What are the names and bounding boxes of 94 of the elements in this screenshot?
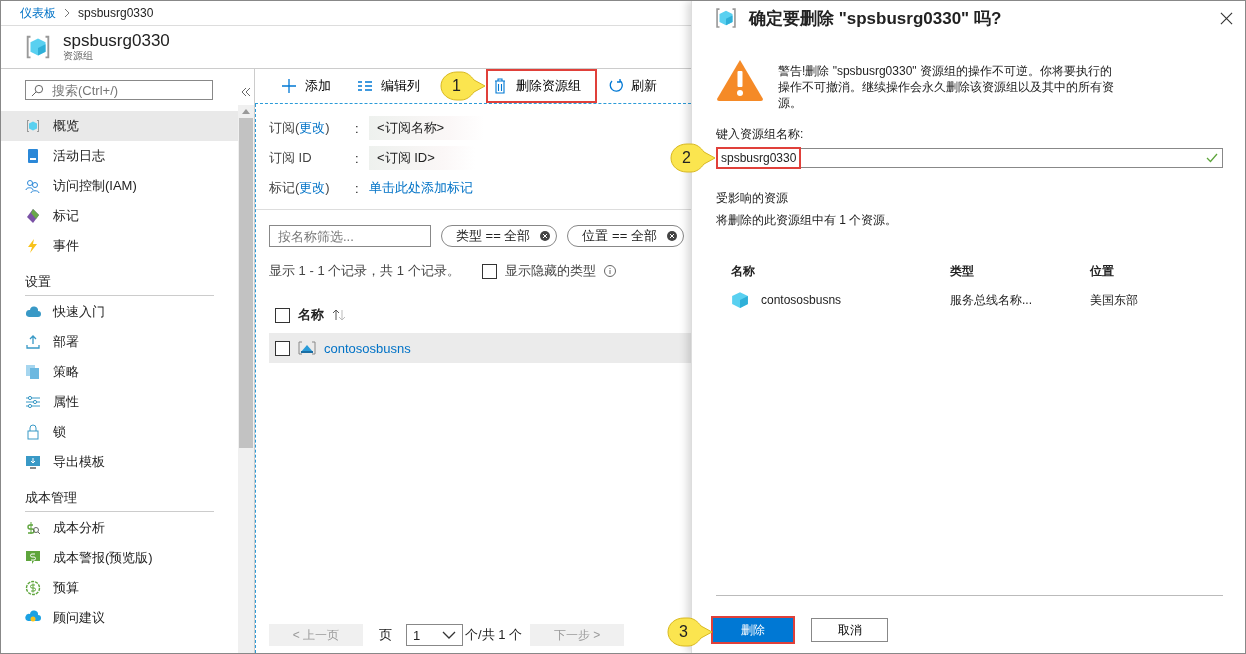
search-icon bbox=[31, 84, 44, 97]
remove-icon[interactable] bbox=[666, 231, 677, 241]
sidebar-item[interactable]: 事件 bbox=[1, 231, 238, 261]
section-heading: 设置 bbox=[24, 273, 52, 290]
sidebar-item[interactable]: 策略 bbox=[1, 357, 238, 387]
trash-icon bbox=[492, 78, 508, 94]
sidebar-item[interactable]: 导出模板 bbox=[1, 447, 238, 477]
add-tags-link[interactable]: 单击此处添加标记 bbox=[369, 179, 473, 197]
cloud-icon bbox=[25, 304, 41, 320]
lock-icon bbox=[25, 424, 41, 440]
page-select[interactable]: 1 bbox=[406, 624, 463, 646]
sidebar-item[interactable]: 顾问建议 bbox=[1, 603, 238, 633]
collapse-icon[interactable] bbox=[241, 87, 251, 97]
dialog-title: 确定要删除 "spsbusrg0330" 吗? bbox=[749, 7, 1003, 30]
column-header: 位置 bbox=[1090, 262, 1115, 280]
dollar-chat-icon bbox=[25, 550, 41, 566]
records-summary: 显示 1 - 1 个记录，共 1 个记录。 bbox=[269, 262, 460, 280]
cube-icon bbox=[713, 5, 739, 31]
table-cell-text: 服务总线名称... bbox=[950, 291, 1033, 309]
warning-message: 警告!删除 "spsbusrg0330" 资源组的操作不可逆。你将要执行的操作不可撤消。继续操作会永久删除该资源组以及其中的所有资源。 bbox=[778, 63, 1115, 111]
change-link[interactable]: 更改 bbox=[299, 180, 326, 195]
dollar-search-icon bbox=[25, 520, 41, 536]
sidebar-item[interactable]: 快速入门 bbox=[1, 297, 238, 327]
table-cell-text: 美国东部 bbox=[1090, 291, 1139, 309]
table-row[interactable]: contososbusns bbox=[269, 333, 691, 363]
people-icon bbox=[25, 178, 41, 194]
table-cell: contososbusns bbox=[761, 293, 842, 307]
property-label: 标记(更改) bbox=[269, 179, 331, 197]
search-field[interactable]: 搜索(Ctrl+/) bbox=[25, 80, 213, 100]
toolbar-button[interactable]: 刷新 bbox=[601, 69, 673, 103]
sidebar-item[interactable]: 锁 bbox=[1, 417, 238, 447]
filter-field[interactable]: 按名称筛选... bbox=[269, 225, 431, 247]
column-header: 名称 bbox=[731, 262, 756, 280]
sidebar-item[interactable]: 标记 bbox=[1, 201, 238, 231]
column-header[interactable]: 名称 bbox=[298, 306, 324, 324]
checkbox[interactable] bbox=[275, 340, 290, 356]
sidebar-item[interactable]: 概览 bbox=[1, 111, 238, 141]
separator-colon: : bbox=[355, 180, 360, 196]
field-label: 键入资源组名称: bbox=[716, 126, 805, 143]
toolbar-button[interactable]: 编辑列 bbox=[351, 69, 436, 103]
breadcrumb-current: spsbusrg0330 bbox=[78, 6, 154, 20]
section-heading: 成本管理 bbox=[24, 489, 78, 506]
toolbar-button[interactable]: 添加 bbox=[275, 69, 347, 103]
page-label: 页 bbox=[379, 626, 392, 644]
chevron-right-icon bbox=[64, 8, 70, 18]
coin-icon bbox=[25, 580, 41, 596]
remove-icon[interactable] bbox=[540, 231, 551, 241]
sidebar-item[interactable]: 成本警报(预览版) bbox=[1, 543, 238, 573]
sidebar-item[interactable]: 部署 bbox=[1, 327, 238, 357]
column-header: 类型 bbox=[950, 262, 975, 280]
sidebar-item[interactable]: 预算 bbox=[1, 573, 238, 603]
warning-icon bbox=[716, 59, 764, 101]
pages-icon bbox=[25, 364, 41, 380]
callout-marker: 1 bbox=[440, 71, 486, 101]
close-icon[interactable] bbox=[1220, 11, 1233, 25]
cancel-button[interactable]: 取消 bbox=[811, 618, 888, 642]
sliders-icon bbox=[25, 394, 41, 410]
callout-marker: 3 bbox=[667, 617, 713, 647]
change-link[interactable]: 更改 bbox=[299, 120, 326, 135]
service-bus-icon bbox=[298, 341, 316, 355]
scrollbar[interactable] bbox=[238, 105, 254, 653]
page-total: 个/共 1 个 bbox=[465, 626, 523, 644]
book-icon bbox=[25, 148, 41, 164]
separator-colon: : bbox=[355, 150, 360, 166]
section-heading: 受影响的资源 bbox=[716, 190, 789, 207]
separator-colon: : bbox=[355, 120, 360, 136]
checkbox[interactable] bbox=[481, 263, 497, 279]
chevron-down-icon bbox=[442, 631, 456, 639]
property-label: 订阅 ID bbox=[269, 149, 313, 167]
tag-icon bbox=[25, 208, 41, 224]
cube-icon bbox=[731, 291, 749, 309]
refresh-icon bbox=[607, 78, 623, 94]
sidebar-item[interactable]: 属性 bbox=[1, 387, 238, 417]
breadcrumb-link[interactable]: 仪表板 bbox=[20, 4, 56, 22]
sidebar-item[interactable]: 活动日志 bbox=[1, 141, 238, 171]
checkbox-label: 显示隐藏的类型 bbox=[504, 262, 596, 280]
columns-icon bbox=[357, 78, 373, 94]
upload-icon bbox=[25, 334, 41, 350]
monitor-icon bbox=[25, 454, 41, 470]
name-input-field[interactable]: spsbusrg0330 bbox=[716, 148, 1223, 168]
delete-button[interactable]: 删除 bbox=[713, 618, 793, 642]
toolbar-button[interactable]: 删除资源组 bbox=[486, 69, 597, 103]
sidebar-item[interactable]: 成本分析 bbox=[1, 513, 238, 543]
callout-marker: 2 bbox=[670, 143, 716, 173]
info-icon bbox=[603, 265, 616, 277]
affected-summary: 将删除的此资源组中有 1 个资源。 bbox=[716, 212, 899, 229]
property-label: 订阅(更改) bbox=[269, 119, 331, 137]
cube-icon bbox=[25, 118, 41, 134]
sidebar-item[interactable]: 访问控制(IAM) bbox=[1, 171, 238, 201]
resource-group-title: spsbusrg0330 bbox=[63, 32, 170, 50]
checkbox[interactable] bbox=[275, 307, 290, 323]
resource-type-label: 资源组 bbox=[63, 50, 94, 62]
plus-icon bbox=[281, 78, 297, 94]
sort-icon[interactable] bbox=[332, 309, 346, 321]
